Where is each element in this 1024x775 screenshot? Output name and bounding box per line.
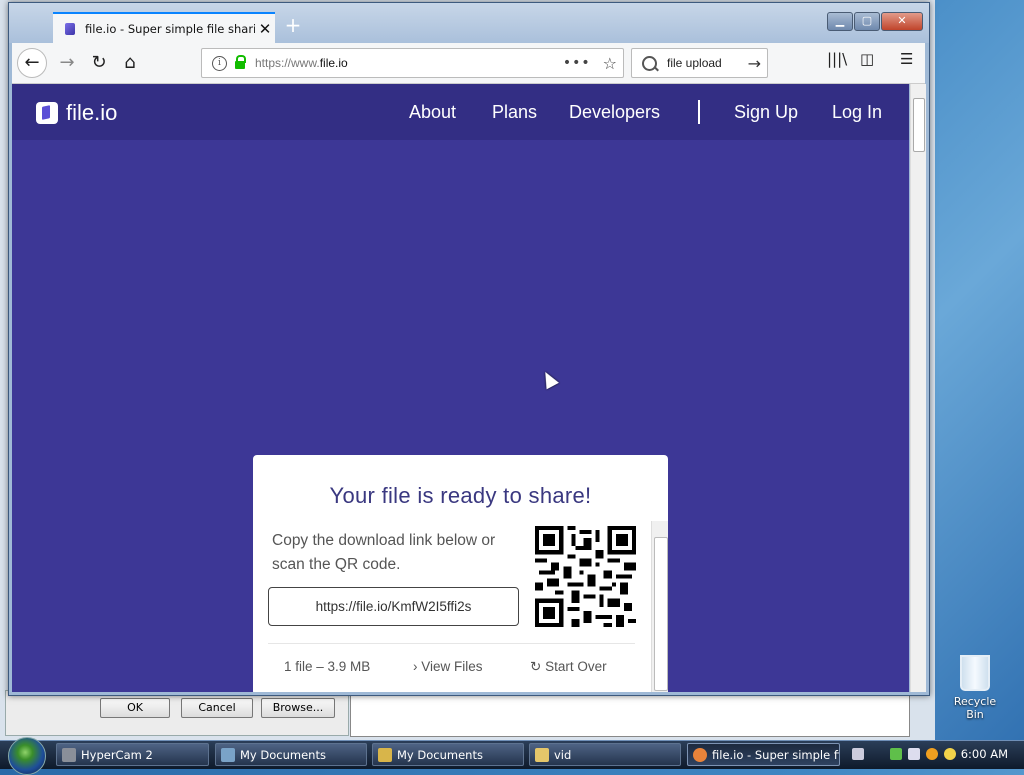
minimize-button[interactable]: ▁ [827, 12, 853, 31]
url-bar[interactable]: i https://www.file.io ••• ☆ [201, 48, 624, 78]
network-icon[interactable] [890, 748, 902, 760]
share-card: Your file is ready to share! Copy the do… [253, 455, 668, 692]
card-scrollbar[interactable] [651, 521, 668, 692]
taskbar-item-label: vid [554, 748, 572, 762]
taskbar-item-label: HyperCam 2 [81, 748, 153, 762]
browser-window: file.io - Super simple file sharing ✕ + … [8, 2, 930, 696]
taskbar: HyperCam 2 My Documents My Documents vid… [0, 737, 1024, 775]
site-logo[interactable]: file.io [36, 100, 117, 126]
mouse-cursor-icon [539, 368, 559, 390]
star-icon[interactable]: ☆ [603, 54, 617, 73]
nav-about[interactable]: About [409, 102, 456, 123]
qr-code-icon[interactable] [535, 526, 636, 627]
search-box[interactable]: file upload → [631, 48, 768, 78]
url-prefix: https://www. [255, 56, 320, 70]
taskbar-item-label: My Documents [397, 748, 483, 762]
logo-text: file.io [66, 100, 118, 125]
taskbar-item-my-documents-2[interactable]: My Documents [372, 743, 524, 766]
search-input[interactable]: file upload [667, 56, 748, 70]
recycle-bin[interactable]: Recycle Bin [945, 655, 1005, 721]
back-icon[interactable]: ← [17, 48, 47, 78]
page-scrollbar-thumb[interactable] [913, 98, 925, 152]
new-tab-button[interactable]: + [281, 13, 305, 37]
library-icon[interactable]: |||\ [827, 50, 847, 68]
monitor-icon[interactable] [908, 748, 920, 760]
nav-developers[interactable]: Developers [569, 102, 660, 123]
search-tray-icon[interactable] [926, 748, 938, 760]
title-bar: file.io - Super simple file sharing ✕ + … [9, 3, 929, 43]
card-description: Copy the download link below or scan the… [272, 532, 496, 573]
firefox-icon [693, 748, 707, 762]
start-over-label: Start Over [545, 659, 607, 674]
tab-close-icon[interactable]: ✕ [255, 20, 275, 38]
folder-icon [221, 748, 235, 762]
background-dialog: OK Cancel Browse... [5, 690, 349, 736]
ok-button[interactable]: OK [100, 698, 170, 718]
logo-icon [36, 102, 58, 124]
background-panel [350, 695, 910, 737]
card-title: Your file is ready to share! [329, 483, 592, 508]
refresh-icon: ↻ [530, 659, 542, 674]
navigation-toolbar: ← → ↻ ⌂ i https://www.file.io ••• ☆ file… [12, 43, 925, 84]
recycle-bin-label: Recycle Bin [953, 695, 997, 721]
nav-sign-up[interactable]: Sign Up [734, 102, 798, 123]
taskbar-item-firefox[interactable]: file.io - Super simple fil... [687, 743, 840, 766]
view-files-link[interactable]: › View Files [413, 659, 483, 674]
maximize-button[interactable]: ▢ [854, 12, 880, 31]
recycle-bin-icon [960, 655, 990, 691]
view-files-label: View Files [421, 659, 483, 674]
browser-tab[interactable]: file.io - Super simple file sharing ✕ [53, 12, 275, 43]
smiley-icon[interactable] [944, 748, 956, 760]
card-divider [268, 643, 635, 644]
home-icon[interactable]: ⌂ [115, 48, 145, 78]
nav-plans[interactable]: Plans [492, 102, 537, 123]
folder-icon [378, 748, 392, 762]
close-window-button[interactable]: ✕ [881, 12, 923, 31]
sidebar-icon[interactable]: ◫ [860, 50, 874, 68]
search-icon [642, 55, 657, 71]
card-scrollbar-thumb[interactable] [654, 537, 668, 691]
info-icon[interactable]: i [212, 55, 227, 71]
download-link-field[interactable]: https://file.io/KmfW2I5ffi2s [268, 587, 519, 626]
forward-icon[interactable]: → [52, 48, 82, 78]
folder-icon [535, 748, 549, 762]
taskbar-item-label: file.io - Super simple fil... [712, 748, 839, 762]
cancel-button[interactable]: Cancel [181, 698, 253, 718]
site-header: file.io About Plans Developers Sign Up L… [12, 84, 909, 140]
lock-icon [235, 55, 246, 69]
page-actions-icon[interactable]: ••• [563, 55, 591, 71]
search-go-icon[interactable]: → [748, 54, 761, 73]
url-domain: file.io [319, 56, 348, 70]
file-info: 1 file – 3.9 MB [284, 659, 371, 674]
menu-icon[interactable]: ☰ [900, 50, 913, 68]
taskbar-item-vid[interactable]: vid [529, 743, 681, 766]
taskbar-item-hypercam[interactable]: HyperCam 2 [56, 743, 209, 766]
tab-title: file.io - Super simple file sharing [85, 21, 255, 36]
nav-separator [698, 100, 700, 124]
taskbar-item-label: My Documents [240, 748, 326, 762]
hypercam-icon [62, 748, 76, 762]
start-button[interactable] [8, 737, 46, 775]
url-text[interactable]: https://www.file.io [255, 56, 563, 70]
taskbar-item-my-documents[interactable]: My Documents [215, 743, 367, 766]
page-scrollbar[interactable] [910, 84, 926, 692]
clock[interactable]: 6:00 AM [961, 747, 1008, 761]
keyboard-icon[interactable] [852, 748, 864, 760]
chevron-right-icon: › [413, 659, 418, 674]
reload-icon[interactable]: ↻ [84, 48, 114, 78]
browse-button[interactable]: Browse... [261, 698, 335, 718]
nav-log-in[interactable]: Log In [832, 102, 882, 123]
page-content: file.io About Plans Developers Sign Up L… [12, 84, 909, 692]
start-over-link[interactable]: ↻ Start Over [530, 659, 607, 675]
system-tray: 6:00 AM [846, 743, 1024, 766]
favicon-icon [65, 22, 75, 35]
